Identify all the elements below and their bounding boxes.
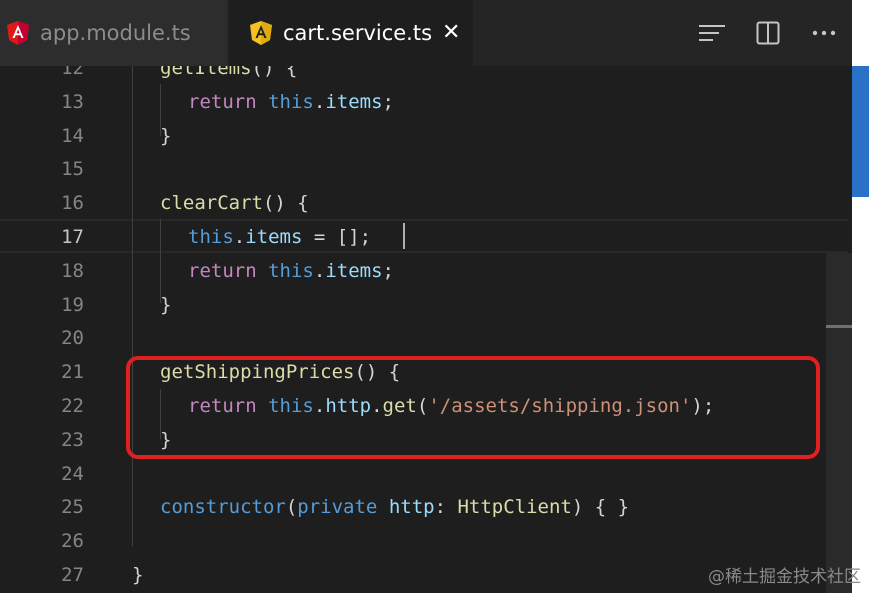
code-text: return this.items; xyxy=(188,85,394,119)
code-line[interactable]: 17 this.items = []; xyxy=(0,220,852,254)
code-token: ; xyxy=(382,90,394,113)
code-editor[interactable]: 12 getItems() {13 return this.items; 14} 15 1… xyxy=(0,66,852,593)
code-token: ( xyxy=(285,496,298,519)
code-text: clearCart() { xyxy=(160,186,309,220)
code-token: http xyxy=(388,496,435,519)
more-actions-icon[interactable] xyxy=(810,19,838,47)
split-editor-icon[interactable] xyxy=(754,19,782,47)
code-token: this xyxy=(268,259,314,282)
code-text: constructor(private http: HttpClient) { … xyxy=(160,490,629,524)
line-number: 15 xyxy=(61,158,84,181)
code-token: . xyxy=(233,226,246,248)
line-number: 12 xyxy=(61,66,84,79)
code-text: return this.items; xyxy=(188,254,394,288)
code-line[interactable]: 13 return this.items; xyxy=(0,85,852,119)
code-line[interactable]: 25 constructor(private http: HttpClient) … xyxy=(0,490,852,524)
close-icon[interactable]: ✕ xyxy=(442,22,460,44)
line-number: 23 xyxy=(61,428,84,451)
code-token: ; xyxy=(382,259,394,282)
code-token: HttpClient xyxy=(457,496,572,519)
line-number: 25 xyxy=(61,496,84,519)
code-line[interactable]: 14} xyxy=(0,119,852,153)
code-line[interactable]: 18 return this.items; xyxy=(0,254,852,288)
scrollbar-position-marker xyxy=(826,325,852,328)
angular-icon xyxy=(250,21,272,45)
code-token: () { xyxy=(262,192,309,215)
editor-window: app.module.ts cart.service.ts ✕ 12 getIt… xyxy=(0,0,869,593)
line-number: 16 xyxy=(61,192,84,215)
editor-actions xyxy=(670,0,852,66)
tab-label: app.module.ts xyxy=(40,21,191,45)
code-text: getItems() { xyxy=(160,66,297,85)
annotation-highlight-box xyxy=(126,356,820,459)
tab-cart-service[interactable]: cart.service.ts ✕ xyxy=(229,0,473,66)
line-number: 26 xyxy=(61,530,84,553)
code-line[interactable]: 19} xyxy=(0,288,852,322)
line-number: 18 xyxy=(61,259,84,282)
code-line[interactable]: 12 getItems() { xyxy=(0,66,852,85)
code-line[interactable]: 16 clearCart() { xyxy=(0,186,852,220)
side-panel-accent xyxy=(852,66,869,197)
code-line[interactable]: 15 xyxy=(0,152,852,186)
code-token: private xyxy=(297,496,378,519)
code-text: } xyxy=(132,558,143,592)
code-token: this xyxy=(188,226,234,248)
line-number: 13 xyxy=(61,90,84,113)
code-text: } xyxy=(160,288,171,322)
code-line[interactable]: 26 xyxy=(0,524,852,558)
line-number: 14 xyxy=(61,124,84,147)
code-token: return xyxy=(188,259,257,282)
tab-app-module[interactable]: app.module.ts xyxy=(0,0,228,66)
line-number: 19 xyxy=(61,293,84,316)
watermark: @稀土掘金技术社区 xyxy=(708,567,861,587)
code-text: this.items = []; xyxy=(188,220,371,254)
code-token: items xyxy=(325,90,383,113)
code-token: items xyxy=(325,259,383,282)
tab-bar: app.module.ts cart.service.ts ✕ xyxy=(0,0,852,66)
code-token: } xyxy=(160,293,172,316)
code-token: () { xyxy=(251,66,298,79)
code-token: . xyxy=(313,90,326,113)
code-token: items xyxy=(245,226,303,248)
code-token: clearCart xyxy=(160,192,263,215)
line-number: 20 xyxy=(61,327,84,350)
line-number: 22 xyxy=(61,395,84,417)
line-number: 24 xyxy=(61,462,84,485)
code-token: = []; xyxy=(302,226,372,248)
code-token: ) { } xyxy=(571,496,630,519)
code-line[interactable]: 24 xyxy=(0,457,852,491)
code-token: constructor xyxy=(160,496,286,519)
scrollbar-track[interactable] xyxy=(826,253,852,593)
code-token: } xyxy=(132,564,144,586)
line-number: 27 xyxy=(61,564,84,586)
angular-icon xyxy=(7,21,29,45)
code-token: return xyxy=(188,90,257,113)
line-number: 21 xyxy=(61,361,84,384)
code-token: } xyxy=(160,124,172,147)
code-token: this xyxy=(268,90,314,113)
code-text: } xyxy=(160,119,171,153)
code-token: . xyxy=(313,259,326,282)
code-token: getItems xyxy=(160,66,252,79)
code-line[interactable]: 20 xyxy=(0,321,852,355)
line-number: 17 xyxy=(61,226,84,248)
code-token: : xyxy=(434,496,458,519)
text-cursor xyxy=(403,223,405,249)
outline-icon[interactable] xyxy=(698,19,726,47)
tab-label: cart.service.ts xyxy=(283,21,433,45)
